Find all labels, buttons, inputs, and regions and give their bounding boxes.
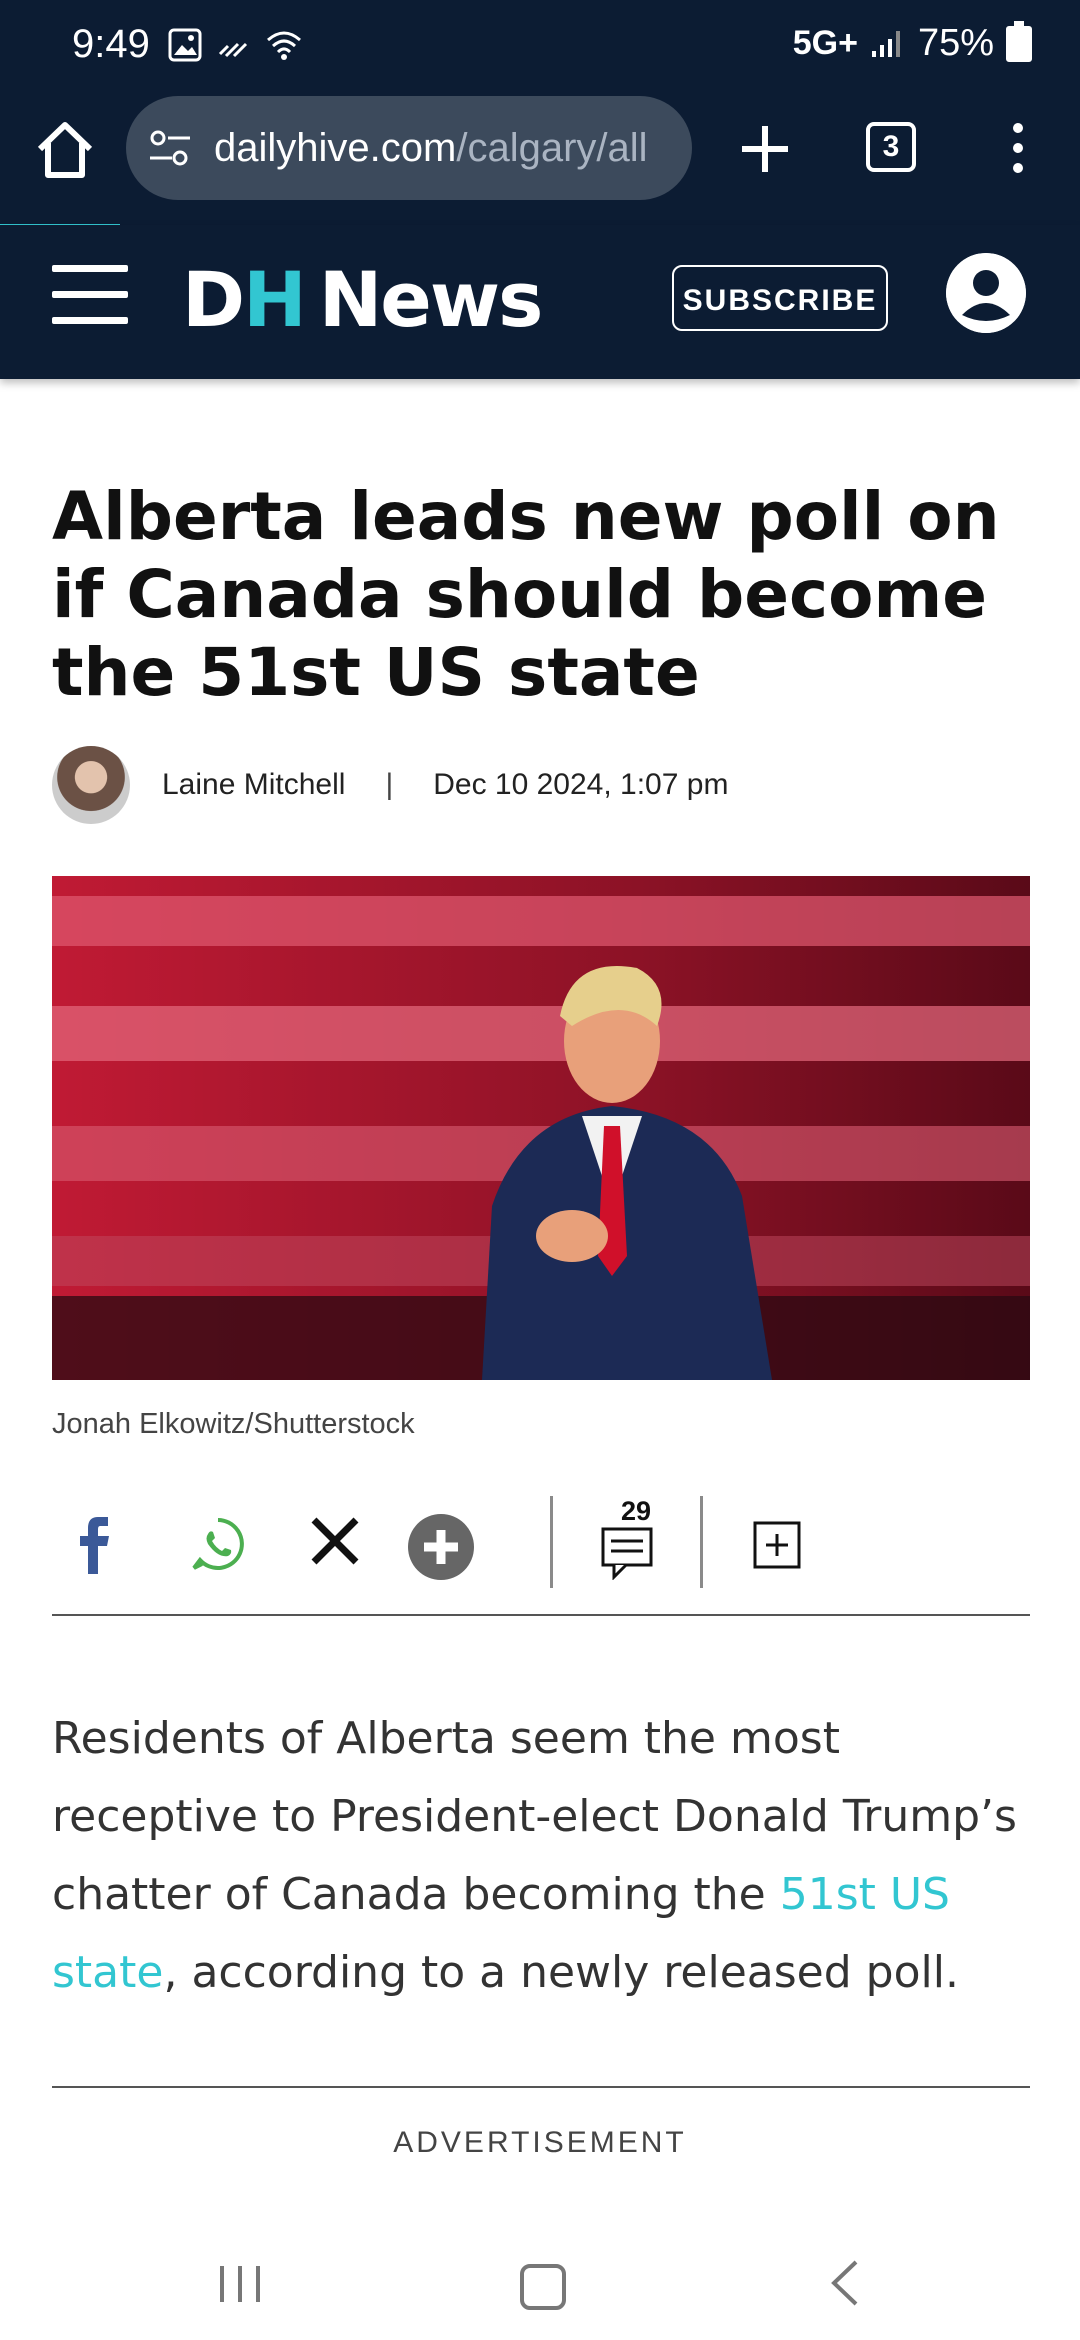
article-hero-image <box>52 876 1030 1380</box>
comments-icon[interactable] <box>600 1526 654 1580</box>
wifi-calling-icon <box>218 42 248 58</box>
author-name[interactable]: Laine Mitchell <box>162 768 345 802</box>
url-path: /calgary/all <box>456 125 648 170</box>
recent-apps-icon[interactable] <box>218 2264 262 2304</box>
ad-divider <box>52 2086 1030 2088</box>
gallery-notification-icon <box>168 28 202 62</box>
network-type: 5G+ <box>792 24 858 62</box>
address-bar[interactable]: dailyhive.com/calgary/all <box>126 96 692 200</box>
bookmark-add-icon[interactable] <box>752 1520 802 1570</box>
system-nav-bar <box>0 2220 1080 2340</box>
x-icon[interactable] <box>310 1516 360 1566</box>
home-icon[interactable] <box>30 115 100 185</box>
author-avatar[interactable] <box>52 746 130 824</box>
publish-date: Dec 10 2024, 1:07 pm <box>433 768 729 801</box>
account-icon[interactable] <box>946 253 1026 333</box>
menu-icon[interactable] <box>52 265 128 324</box>
share-toolbar: 29 <box>52 1496 1030 1616</box>
signal-icon <box>871 30 900 57</box>
advertisement-label: ADVERTISEMENT <box>393 2126 687 2159</box>
facebook-icon[interactable] <box>74 1516 114 1576</box>
tab-switcher-button[interactable]: 3 <box>866 122 916 172</box>
more-share-icon[interactable] <box>408 1514 474 1580</box>
back-icon[interactable] <box>830 2260 860 2306</box>
article-headline: Alberta leads new poll on if Canada shou… <box>52 478 1000 711</box>
article-body-paragraph: Residents of Alberta seem the most recep… <box>52 1713 1017 1998</box>
browser-toolbar: dailyhive.com/calgary/all 3 <box>0 90 1080 225</box>
site-header: DH News SUBSCRIBE <box>0 225 1080 379</box>
byline: Laine Mitchell | Dec 10 2024, 1:07 pm <box>52 745 728 825</box>
whatsapp-icon[interactable] <box>190 1516 246 1572</box>
byline-separator: | <box>385 768 394 801</box>
dh-news-logo[interactable]: DH News <box>182 255 543 344</box>
new-tab-icon[interactable] <box>730 114 800 184</box>
site-settings-icon[interactable] <box>148 128 192 168</box>
browser-menu-icon[interactable] <box>1000 118 1036 178</box>
share-divider <box>700 1496 703 1588</box>
battery-percent: 75% <box>917 22 994 64</box>
comments-count[interactable]: 29 <box>606 1496 666 1527</box>
image-caption: Jonah Elkowitz/Shutterstock <box>52 1408 415 1440</box>
share-divider <box>550 1496 553 1588</box>
status-time: 9:49 <box>72 22 150 66</box>
url-domain: dailyhive.com <box>214 125 457 170</box>
wifi-icon <box>267 31 301 60</box>
subscribe-button[interactable]: SUBSCRIBE <box>672 265 888 331</box>
url-text: dailyhive.com/calgary/all <box>214 126 654 171</box>
share-bottom-divider <box>52 1614 1030 1616</box>
battery-icon <box>1006 20 1032 62</box>
home-nav-icon[interactable] <box>520 2264 566 2310</box>
status-bar: 9:49 5G+ 75% <box>0 0 1080 90</box>
